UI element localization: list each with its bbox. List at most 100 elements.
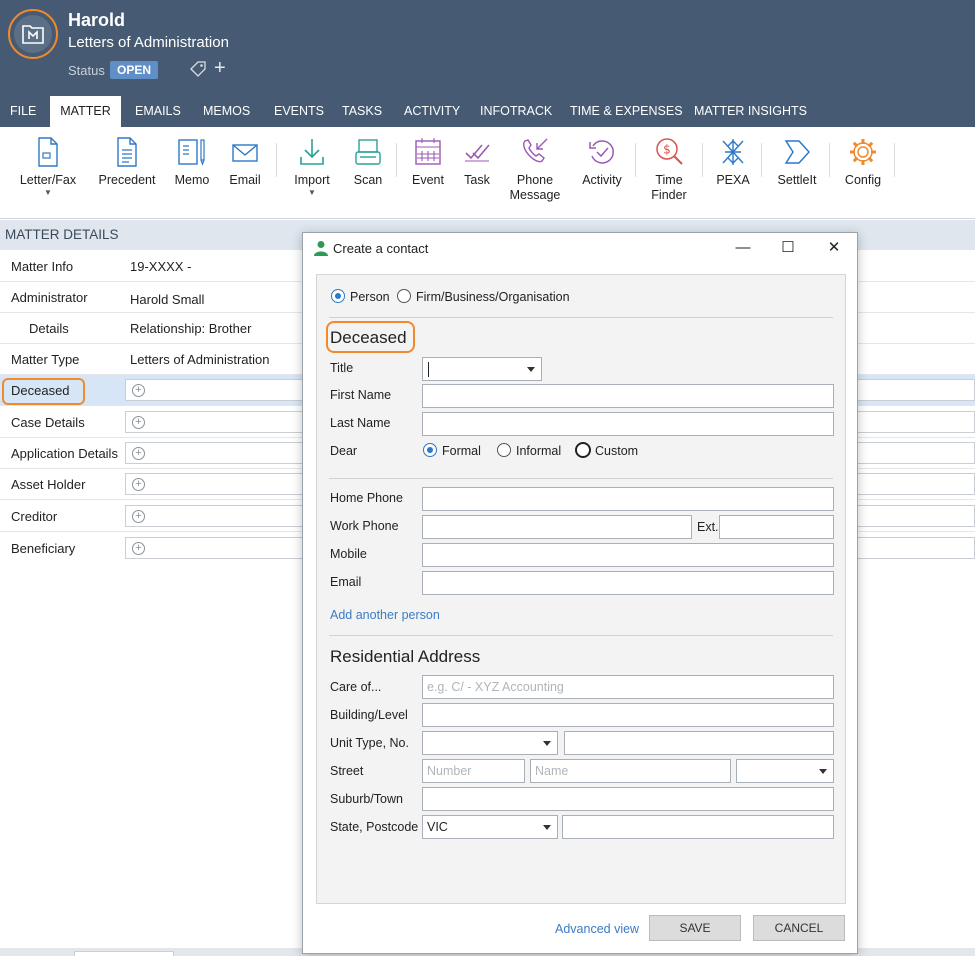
import-label: Import xyxy=(294,173,330,187)
title-select[interactable] xyxy=(422,357,542,381)
activity-label: Activity xyxy=(582,173,622,187)
import-icon xyxy=(300,139,324,165)
ribbon-separator xyxy=(276,143,277,177)
care-of-input[interactable] xyxy=(422,675,834,699)
chevron-down-icon xyxy=(527,367,535,372)
suburb-input[interactable] xyxy=(422,787,834,811)
matter-title: Letters of Administration xyxy=(68,34,229,51)
chevron-down-icon xyxy=(819,769,827,774)
svg-text:$: $ xyxy=(663,143,671,157)
create-contact-dialog: Create a contact — ☐ ✕ Person Firm/Busin… xyxy=(302,232,858,954)
tab-emails[interactable]: EMAILS xyxy=(125,96,191,127)
pexa-button[interactable]: PEXA xyxy=(712,137,754,188)
save-button[interactable]: SAVE xyxy=(649,915,741,941)
state-select[interactable]: VIC xyxy=(422,815,558,839)
tab-matter-insights[interactable]: MATTER INSIGHTS xyxy=(684,96,817,127)
text-cursor xyxy=(428,362,429,377)
work-phone-input[interactable] xyxy=(422,515,692,539)
tab-file[interactable]: FILE xyxy=(0,96,46,127)
postcode-input[interactable] xyxy=(562,815,834,839)
add-circle-icon: + xyxy=(132,447,145,460)
last-name-input[interactable] xyxy=(422,412,834,436)
ribbon-separator xyxy=(635,143,636,177)
settleit-button[interactable]: SettleIt xyxy=(772,137,822,188)
calendar-icon xyxy=(415,138,441,165)
precedent-icon xyxy=(117,137,137,167)
unit-type-label: Unit Type, No. xyxy=(330,736,409,750)
care-of-label: Care of... xyxy=(330,680,382,694)
tab-time-expenses[interactable]: TIME & EXPENSES xyxy=(560,96,693,127)
status-badge[interactable]: OPEN xyxy=(110,61,159,79)
letter-fax-button[interactable]: Letter/Fax ▼ xyxy=(14,137,82,198)
email-button[interactable]: Email xyxy=(226,137,264,188)
type-person-label: Person xyxy=(350,290,390,304)
cancel-button[interactable]: CANCEL xyxy=(753,915,845,941)
detail-label: Case Details xyxy=(11,415,85,430)
tab-tasks[interactable]: TASKS xyxy=(332,96,392,127)
add-another-person-link[interactable]: Add another person xyxy=(330,608,440,622)
add-circle-icon: + xyxy=(132,478,145,491)
phone-message-button[interactable]: Phone Message xyxy=(506,137,564,203)
settleit-label: SettleIt xyxy=(777,173,817,187)
divider xyxy=(329,317,833,318)
dear-formal-radio[interactable] xyxy=(423,443,437,457)
memo-button[interactable]: Memo xyxy=(170,137,214,188)
add-circle-icon: + xyxy=(132,416,145,429)
import-button[interactable]: Import ▼ xyxy=(288,137,336,198)
ribbon-separator xyxy=(396,143,397,177)
maximize-button[interactable]: ☐ xyxy=(776,237,800,259)
precedent-label: Precedent xyxy=(98,173,156,187)
matter-logo-ring[interactable] xyxy=(8,9,58,59)
email-input[interactable] xyxy=(422,571,834,595)
type-person-radio[interactable] xyxy=(331,289,345,303)
detail-value: Relationship: Brother xyxy=(130,321,252,336)
event-button[interactable]: Event xyxy=(406,137,450,188)
ext-input[interactable] xyxy=(719,515,834,539)
tab-events[interactable]: EVENTS xyxy=(264,96,334,127)
status-label: Status xyxy=(68,63,105,78)
type-firm-radio[interactable] xyxy=(397,289,411,303)
detail-label: Matter Info xyxy=(11,259,74,274)
street-name-input[interactable] xyxy=(530,759,731,783)
pexa-icon xyxy=(722,139,744,165)
pexa-label: PEXA xyxy=(716,173,750,187)
chevron-down-icon xyxy=(543,741,551,746)
add-circle-icon: + xyxy=(132,510,145,523)
tab-activity[interactable]: ACTIVITY xyxy=(394,96,470,127)
time-finder-button[interactable]: $ Time Finder xyxy=(644,137,694,203)
tab-memos[interactable]: MEMOS xyxy=(193,96,260,127)
tag-icon[interactable] xyxy=(189,60,207,81)
dear-custom-radio[interactable] xyxy=(575,442,591,458)
bottom-tab[interactable] xyxy=(74,951,174,956)
mobile-label: Mobile xyxy=(330,547,367,561)
email-label: Email xyxy=(330,575,362,589)
deceased-title-highlight xyxy=(326,321,415,353)
config-button[interactable]: Config xyxy=(840,137,886,188)
scan-button[interactable]: Scan xyxy=(348,137,388,188)
scan-icon xyxy=(355,139,381,165)
minimize-button[interactable]: — xyxy=(731,237,755,259)
memo-icon xyxy=(178,139,205,166)
activity-button[interactable]: Activity xyxy=(578,137,626,188)
mobile-input[interactable] xyxy=(422,543,834,567)
street-type-select[interactable] xyxy=(736,759,834,783)
last-name-label: Last Name xyxy=(330,416,391,430)
precedent-button[interactable]: Precedent xyxy=(96,137,158,188)
building-level-input[interactable] xyxy=(422,703,834,727)
first-name-input[interactable] xyxy=(422,384,834,408)
advanced-view-link[interactable]: Advanced view xyxy=(555,922,639,936)
phone-message-label: Phone Message xyxy=(509,173,561,202)
unit-number-input[interactable] xyxy=(564,731,834,755)
home-phone-input[interactable] xyxy=(422,487,834,511)
dear-informal-radio[interactable] xyxy=(497,443,511,457)
tab-infotrack[interactable]: INFOTRACK xyxy=(470,96,562,127)
client-name: Harold xyxy=(68,10,126,30)
close-button[interactable]: ✕ xyxy=(822,237,846,259)
tab-matter[interactable]: MATTER xyxy=(50,96,121,127)
detail-label: Details xyxy=(29,321,69,336)
detail-label: Matter Type xyxy=(11,352,80,367)
street-number-input[interactable] xyxy=(422,759,525,783)
task-button[interactable]: Task xyxy=(460,137,494,188)
add-tag-icon[interactable]: + xyxy=(214,58,226,78)
unit-type-select[interactable] xyxy=(422,731,558,755)
